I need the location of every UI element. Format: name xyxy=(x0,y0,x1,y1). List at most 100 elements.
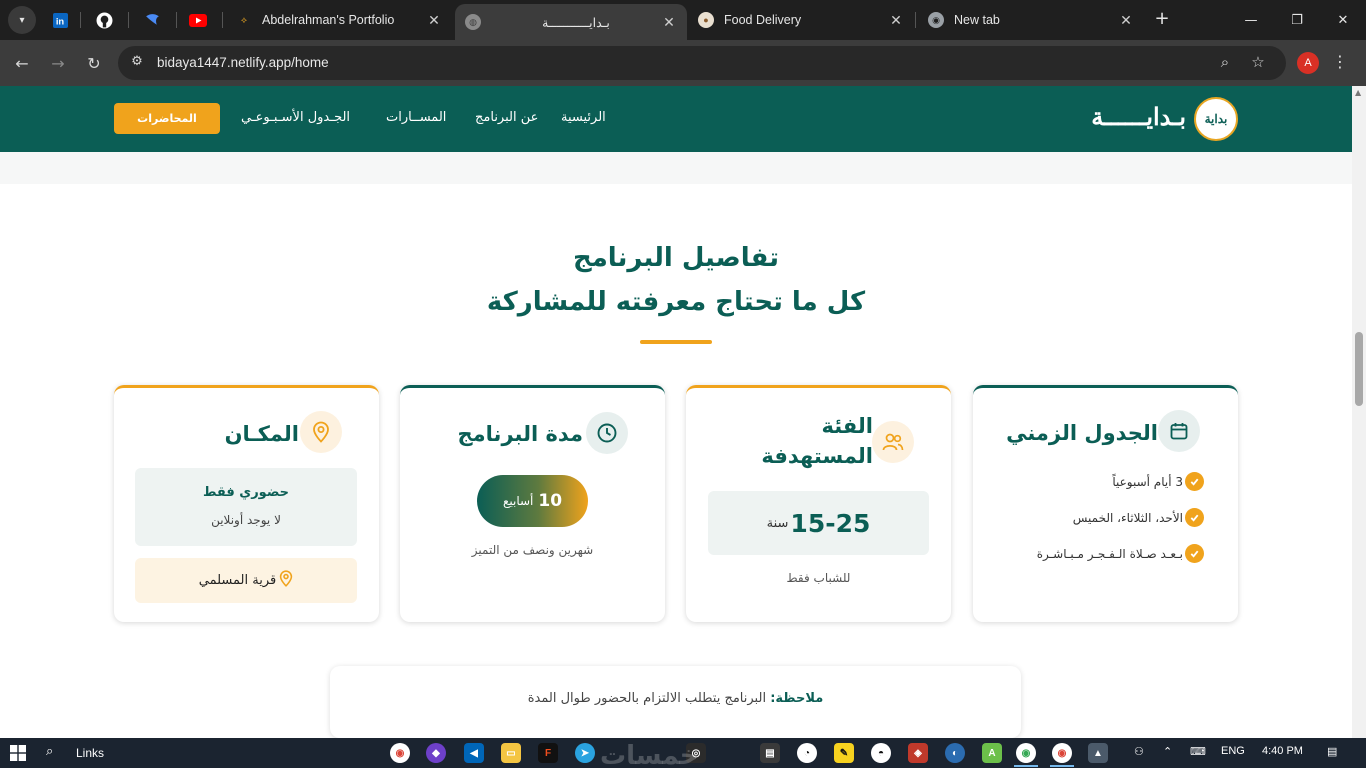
taskbar-chrome-icon[interactable]: ◉ xyxy=(1016,743,1036,763)
check-icon xyxy=(1185,544,1204,563)
audience-note: للشباب فقط xyxy=(786,571,851,585)
close-tab-icon[interactable]: ✕ xyxy=(888,12,904,29)
forward-arrow-icon[interactable]: → xyxy=(45,50,71,76)
map-pin-icon xyxy=(300,411,342,453)
duration-weeks: 10 xyxy=(538,491,563,511)
site-logo-badge[interactable]: بداية xyxy=(1194,97,1238,141)
windows-start-icon[interactable] xyxy=(10,745,26,761)
zoom-icon[interactable]: ⌕ xyxy=(1215,53,1235,73)
taskbar-photos-icon[interactable]: ▲ xyxy=(1088,743,1108,763)
svg-text:in: in xyxy=(55,16,64,26)
taskbar-github-desktop-icon[interactable]: ◆ xyxy=(426,743,446,763)
profile-avatar[interactable]: A xyxy=(1297,52,1319,74)
schedule-item: 3 أيام أسبوعياً xyxy=(1112,472,1204,491)
new-tab-plus-icon[interactable]: + xyxy=(1150,8,1174,32)
lectures-button[interactable]: المحاضرات xyxy=(114,103,220,134)
nav-home[interactable]: الرئيسية xyxy=(561,110,606,125)
card-audience: الفئة المستهدفة 15-25 سنة للشباب فقط xyxy=(686,385,951,622)
scroll-up-icon[interactable]: ▲ xyxy=(1355,88,1361,97)
taskbar-app-icon[interactable]: ◔ xyxy=(797,743,817,763)
reload-icon[interactable]: ↻ xyxy=(81,50,107,76)
bookmark-star-icon[interactable]: ☆ xyxy=(1248,53,1268,73)
minimize-icon[interactable]: — xyxy=(1228,0,1274,40)
attendance-mode-box: حضوري فقط لا يوجد أونلاين xyxy=(135,468,357,546)
restore-icon[interactable]: ❐ xyxy=(1274,0,1320,40)
youtube-icon xyxy=(189,13,207,27)
scrollbar-thumb[interactable] xyxy=(1355,332,1363,406)
portfolio-favicon-icon: ⟡ xyxy=(241,14,247,25)
taskbar-app-icon[interactable]: ◓ xyxy=(871,743,891,763)
tray-chevron-icon[interactable]: ⌃ xyxy=(1163,745,1172,758)
taskbar-vscode-icon[interactable]: ◀ xyxy=(464,743,484,763)
globe-icon: ◍ xyxy=(465,14,481,30)
pinned-tab-linkedin[interactable]: in xyxy=(40,0,80,40)
nav-about[interactable]: عن البرنامج xyxy=(475,110,538,125)
tab-food-delivery[interactable]: ● Food Delivery ✕ xyxy=(688,0,914,40)
language-indicator[interactable]: ENG xyxy=(1221,745,1245,757)
taskbar-search-icon[interactable]: ⌕ xyxy=(46,744,53,759)
notifications-icon[interactable]: ▤ xyxy=(1327,745,1337,758)
close-window-icon[interactable]: ✕ xyxy=(1320,0,1366,40)
taskbar-file-explorer-icon[interactable]: ▭ xyxy=(501,743,521,763)
check-icon xyxy=(1185,472,1204,491)
back-arrow-icon[interactable]: ← xyxy=(9,50,35,76)
page-viewport: بداية بـدايــــــة الرئيسية عن البرنامج … xyxy=(0,86,1352,738)
check-icon xyxy=(1185,508,1204,527)
nav-weekly-schedule[interactable]: الجـدول الأسـبـوعـي xyxy=(241,110,350,125)
card-duration: مدة البرنامج 10 أسابيع شهرين ونصف من الت… xyxy=(400,385,665,622)
food-delivery-favicon-icon: ● xyxy=(698,12,714,28)
age-range: 15-25 xyxy=(790,508,871,538)
close-tab-icon[interactable]: ✕ xyxy=(426,12,442,29)
chrome-icon: ◉ xyxy=(928,12,944,28)
calendar-icon xyxy=(1158,410,1200,452)
people-icon[interactable]: ⚇ xyxy=(1134,745,1144,758)
keyboard-icon[interactable]: ⌨ xyxy=(1190,745,1206,758)
site-logo-text[interactable]: بـدايــــــة xyxy=(1080,102,1186,131)
attendance-note: لا يوجد أونلاين xyxy=(211,513,281,527)
tab-search-dropdown-icon[interactable]: ▾ xyxy=(8,6,36,34)
pinned-tab-devtool[interactable] xyxy=(132,0,172,40)
age-range-box: 15-25 سنة xyxy=(708,491,929,555)
close-tab-icon[interactable]: ✕ xyxy=(661,14,677,31)
bird-logo-icon xyxy=(145,13,159,25)
tab-portfolio[interactable]: ⟡ Abdelrahman's Portfolio ✕ xyxy=(226,0,452,40)
age-unit: سنة xyxy=(766,515,789,531)
address-bar[interactable]: ⚙ bidaya1447.netlify.app/home ⌕ ☆ xyxy=(118,46,1286,80)
close-tab-icon[interactable]: ✕ xyxy=(1118,12,1134,29)
url-text[interactable]: bidaya1447.netlify.app/home xyxy=(157,55,329,70)
github-icon xyxy=(96,12,112,28)
tab-bidaya-active[interactable]: ◍ بـدايـــــــــــة ✕ xyxy=(455,4,687,40)
site-settings-icon[interactable]: ⚙ xyxy=(128,54,146,72)
program-note: ملاحظة: البرنامج يتطلب الالتزام بالحضور … xyxy=(330,666,1021,738)
clock[interactable]: 4:40 PM xyxy=(1262,745,1303,757)
nav-tracks[interactable]: المســارات xyxy=(386,110,446,125)
taskbar-app-icon[interactable]: ◐ xyxy=(945,743,965,763)
section-title: تفاصيل البرنامج xyxy=(572,243,780,273)
kebab-menu-icon[interactable]: ⋮ xyxy=(1330,52,1350,74)
tab-new-tab[interactable]: ◉ New tab ✕ xyxy=(918,0,1144,40)
pinned-tab-github[interactable] xyxy=(84,0,124,40)
pinned-tab-youtube[interactable] xyxy=(178,0,218,40)
taskbar-figma-icon[interactable]: F xyxy=(538,743,558,763)
taskbar-telegram-icon[interactable]: ➤ xyxy=(575,743,595,763)
note-text: البرنامج يتطلب الالتزام بالحضور طوال الم… xyxy=(527,691,767,706)
taskbar-app-icon[interactable]: A xyxy=(982,743,1002,763)
taskbar-links[interactable]: Links xyxy=(76,746,104,760)
watermark: خمسات xyxy=(600,741,699,768)
taskbar-sticky-icon[interactable]: ✎ xyxy=(834,743,854,763)
card-audience-title: الفئة المستهدفة xyxy=(761,414,873,468)
linkedin-icon: in xyxy=(52,12,68,28)
taskbar-chrome-icon[interactable]: ◉ xyxy=(390,743,410,763)
title-underline xyxy=(640,340,712,344)
card-location-title: المكـان xyxy=(224,422,299,446)
taskbar-app-icon[interactable]: ▤ xyxy=(760,743,780,763)
taskbar-app-icon[interactable]: ◈ xyxy=(908,743,928,763)
browser-toolbar: ← → ↻ ⚙ bidaya1447.netlify.app/home ⌕ ☆ … xyxy=(0,40,1366,86)
users-icon xyxy=(872,421,914,463)
page-scrollbar[interactable]: ▲ xyxy=(1352,86,1366,738)
schedule-item: بـعـد صـلاة الـفـجـر مـبـاشـرة xyxy=(1037,544,1204,563)
card-schedule-title: الجدول الزمني xyxy=(1006,421,1158,445)
browser-tab-bar: ▾ in ⟡ Abdelrahman's Portfolio ✕ ◍ بـداي… xyxy=(0,0,1366,40)
taskbar-chrome-active-icon[interactable]: ◉ xyxy=(1052,743,1072,763)
note-label: ملاحظة: xyxy=(770,691,824,706)
